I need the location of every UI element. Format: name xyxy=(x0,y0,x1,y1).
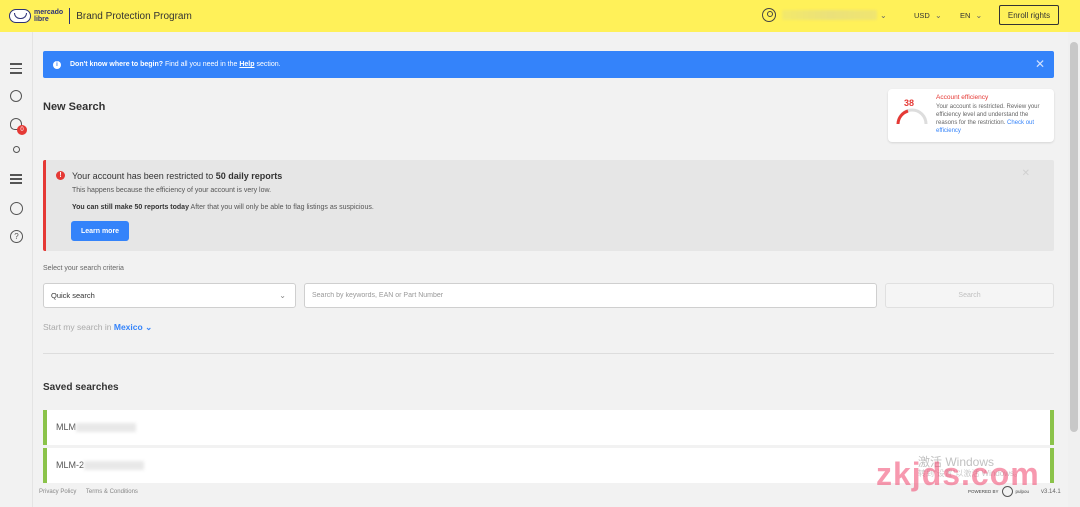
efficiency-value: 38 xyxy=(903,98,914,108)
country-selector[interactable]: Mexico ⌄ xyxy=(114,322,152,332)
listings-icon[interactable] xyxy=(10,174,23,187)
saved-searches-title: Saved searches xyxy=(43,382,119,393)
redacted-text xyxy=(76,423,136,433)
handshake-logo-icon xyxy=(9,9,31,23)
learn-more-button[interactable]: Learn more xyxy=(71,221,129,241)
close-icon[interactable]: ✕ xyxy=(1035,57,1045,71)
privacy-policy-link[interactable]: Privacy Policy xyxy=(39,489,76,495)
efficiency-text: Your account is restricted. Review your … xyxy=(936,104,1040,134)
app-title: Brand Protection Program xyxy=(76,10,192,22)
chevron-down-icon: ⌄ xyxy=(279,291,286,300)
user-icon[interactable] xyxy=(10,146,23,159)
close-icon[interactable]: ✕ xyxy=(1022,168,1030,179)
efficiency-title: Account efficiency xyxy=(936,94,989,101)
section-divider xyxy=(43,353,1054,354)
page-scrollbar[interactable] xyxy=(1068,32,1080,507)
footer-links: Privacy Policy Terms & Conditions xyxy=(39,489,146,495)
terms-link[interactable]: Terms & Conditions xyxy=(86,489,138,495)
sidebar: 0 ? xyxy=(0,32,33,507)
saved-search-label: MLM xyxy=(56,422,136,433)
banner-middle: Find all you need in the xyxy=(163,61,240,68)
alert-title: Your account has been restricted to 50 d… xyxy=(72,171,283,181)
search-button[interactable]: Search xyxy=(885,283,1054,308)
saved-search-item[interactable]: MLM xyxy=(43,410,1054,445)
site-watermark: zkjds.com xyxy=(876,456,1040,492)
restriction-alert: ! Your account has been restricted to 50… xyxy=(43,160,1054,251)
search-zoom-icon[interactable] xyxy=(10,90,23,103)
saved-search-label: MLM-2 xyxy=(56,460,145,471)
banner-prefix: Don't know where to begin? xyxy=(70,61,164,68)
enroll-rights-button[interactable]: Enroll rights xyxy=(999,5,1059,25)
logo-separator xyxy=(69,8,71,24)
help-icon[interactable]: ? xyxy=(10,230,23,243)
language-selector[interactable]: EN ⌄ xyxy=(960,11,982,20)
chevron-down-icon: ⌄ xyxy=(880,10,887,20)
logo-text: mercado libre xyxy=(34,9,64,23)
menu-icon[interactable] xyxy=(10,63,23,76)
search-criteria-select[interactable]: Quick search ⌄ xyxy=(43,283,296,308)
version-label: v3.14.1 xyxy=(1041,489,1061,495)
alerts-count-badge: 0 xyxy=(17,125,27,135)
chevron-down-icon: ⌄ xyxy=(934,11,942,20)
scrollbar-thumb[interactable] xyxy=(1070,42,1078,432)
error-icon: ! xyxy=(56,171,65,180)
help-link[interactable]: Help xyxy=(239,61,254,68)
alert-description: This happens because the efficiency of y… xyxy=(72,187,272,194)
search-country-row: Start my search in Mexico ⌄ xyxy=(43,322,153,332)
redacted-text xyxy=(84,461,145,471)
currency-selector[interactable]: USD ⌄ xyxy=(914,11,942,20)
user-avatar-icon xyxy=(762,8,776,22)
mercadolibre-logo[interactable]: mercado libre xyxy=(9,9,63,23)
page-title: New Search xyxy=(43,101,106,113)
help-banner: i Don't know where to begin? Find all yo… xyxy=(43,51,1054,78)
chevron-down-icon: ⌄ xyxy=(975,11,983,20)
banner-suffix: section. xyxy=(254,61,281,68)
search-input[interactable] xyxy=(304,283,877,308)
bug-icon[interactable]: 0 xyxy=(10,118,27,135)
top-header: mercado libre Brand Protection Program ⌄… xyxy=(0,0,1080,32)
account-icon[interactable] xyxy=(10,202,23,215)
info-icon: i xyxy=(53,60,61,69)
efficiency-card[interactable]: 38 Account efficiency Your account is re… xyxy=(888,89,1054,142)
alert-reports-remaining: You can still make 50 reports today Afte… xyxy=(72,204,374,211)
user-menu[interactable]: ⌄ xyxy=(762,8,887,22)
user-name-blurred xyxy=(782,10,877,20)
search-criteria-label: Select your search criteria xyxy=(43,265,124,272)
